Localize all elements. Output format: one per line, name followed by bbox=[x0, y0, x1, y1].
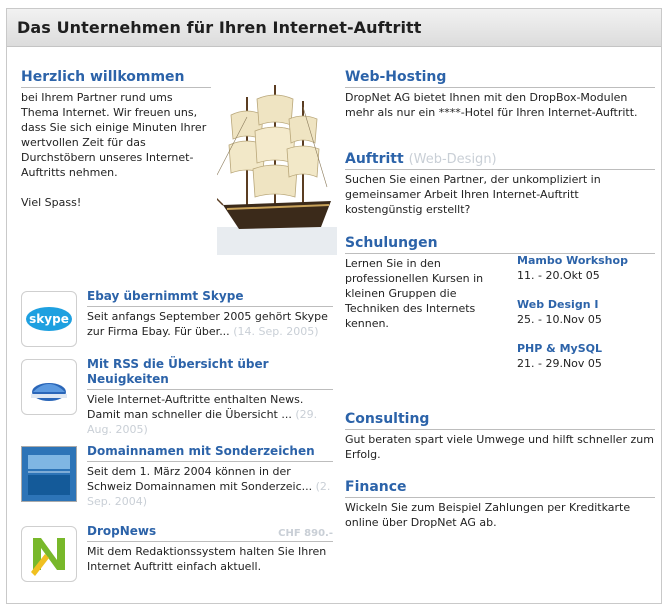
skype-logo-icon[interactable]: skype bbox=[21, 291, 77, 347]
dropnews-logo-icon[interactable] bbox=[21, 526, 77, 582]
rss-globe-icon[interactable] bbox=[21, 359, 77, 415]
auftritt-subtitle: (Web-Design) bbox=[408, 152, 497, 167]
course-name[interactable]: Mambo Workshop bbox=[517, 253, 657, 268]
divider bbox=[87, 306, 333, 307]
svg-text:skype: skype bbox=[29, 312, 69, 326]
course-dates: 21. - 29.Nov 05 bbox=[517, 357, 602, 370]
left-column: Herzlich willkommen bei Ihrem Partner ru… bbox=[21, 69, 337, 582]
finance-section: Finance Wickeln Sie zum Beispiel Zahlung… bbox=[345, 479, 655, 530]
news-text: Seit dem 1. März 2004 können in der Schw… bbox=[87, 465, 313, 493]
auftritt-text: Suchen Sie einen Partner, der unkomplizi… bbox=[345, 173, 601, 216]
page-header: Das Unternehmen für Ihren Internet-Auftr… bbox=[7, 9, 661, 47]
divider bbox=[87, 541, 333, 542]
webhosting-section: Web-Hosting DropNet AG bietet Ihnen mit … bbox=[345, 69, 655, 120]
divider bbox=[87, 389, 333, 390]
divider bbox=[21, 87, 211, 88]
schulungen-section: Schulungen Lernen Sie in den professione… bbox=[345, 235, 655, 370]
course-dates: 11. - 20.Okt 05 bbox=[517, 269, 600, 282]
news-title[interactable]: Ebay übernimmt Skype bbox=[87, 289, 333, 304]
news-price: CHF 890.- bbox=[278, 528, 333, 539]
page-title: Das Unternehmen für Ihren Internet-Auftr… bbox=[17, 18, 422, 37]
divider bbox=[345, 169, 655, 170]
auftritt-section: Auftritt (Web-Design) Suchen Sie einen P… bbox=[345, 151, 655, 217]
divider bbox=[87, 461, 333, 462]
consulting-title[interactable]: Consulting bbox=[345, 411, 655, 427]
course-item[interactable]: Mambo Workshop 11. - 20.Okt 05 bbox=[517, 253, 657, 283]
finance-text: Wickeln Sie zum Beispiel Zahlungen per K… bbox=[345, 501, 631, 529]
webhosting-title[interactable]: Web-Hosting bbox=[345, 69, 655, 85]
welcome-greeting: Viel Spass! bbox=[21, 196, 82, 209]
welcome-section: Herzlich willkommen bei Ihrem Partner ru… bbox=[21, 69, 337, 259]
finance-title[interactable]: Finance bbox=[345, 479, 655, 495]
course-list: Mambo Workshop 11. - 20.Okt 05 Web Desig… bbox=[517, 253, 657, 371]
course-dates: 25. - 10.Nov 05 bbox=[517, 313, 602, 326]
course-name[interactable]: PHP & MySQL bbox=[517, 341, 657, 356]
divider bbox=[345, 497, 655, 498]
news-text: Mit dem Redaktionssystem halten Sie Ihre… bbox=[87, 545, 327, 573]
welcome-title[interactable]: Herzlich willkommen bbox=[21, 69, 211, 85]
schulungen-title[interactable]: Schulungen bbox=[345, 235, 655, 251]
content-frame: Das Unternehmen für Ihren Internet-Auftr… bbox=[6, 8, 662, 604]
news-date: (14. Sep. 2005) bbox=[233, 325, 319, 338]
schulungen-text: Lernen Sie in den professionellen Kursen… bbox=[345, 257, 484, 330]
course-name[interactable]: Web Design I bbox=[517, 297, 657, 312]
news-title[interactable]: Domainnamen mit Sonderzeichen bbox=[87, 444, 333, 459]
news-text: Viele Internet-Auftritte enthalten News.… bbox=[87, 393, 304, 421]
divider bbox=[345, 87, 655, 88]
sailing-ship-image bbox=[217, 85, 337, 255]
news-title[interactable]: DropNews bbox=[87, 524, 156, 539]
welcome-text: bei Ihrem Partner rund ums Thema Interne… bbox=[21, 91, 207, 179]
divider bbox=[345, 429, 655, 430]
consulting-section: Consulting Gut beraten spart viele Umweg… bbox=[345, 411, 655, 462]
course-item[interactable]: PHP & MySQL 21. - 29.Nov 05 bbox=[517, 341, 657, 371]
domain-book-icon[interactable] bbox=[21, 446, 77, 502]
course-item[interactable]: Web Design I 25. - 10.Nov 05 bbox=[517, 297, 657, 327]
auftritt-title[interactable]: Auftritt bbox=[345, 151, 404, 167]
webhosting-text: DropNet AG bietet Ihnen mit den DropBox-… bbox=[345, 91, 638, 119]
consulting-text: Gut beraten spart viele Umwege und hilft… bbox=[345, 433, 654, 461]
news-title[interactable]: Mit RSS die Übersicht über Neuigkeiten bbox=[87, 357, 333, 387]
